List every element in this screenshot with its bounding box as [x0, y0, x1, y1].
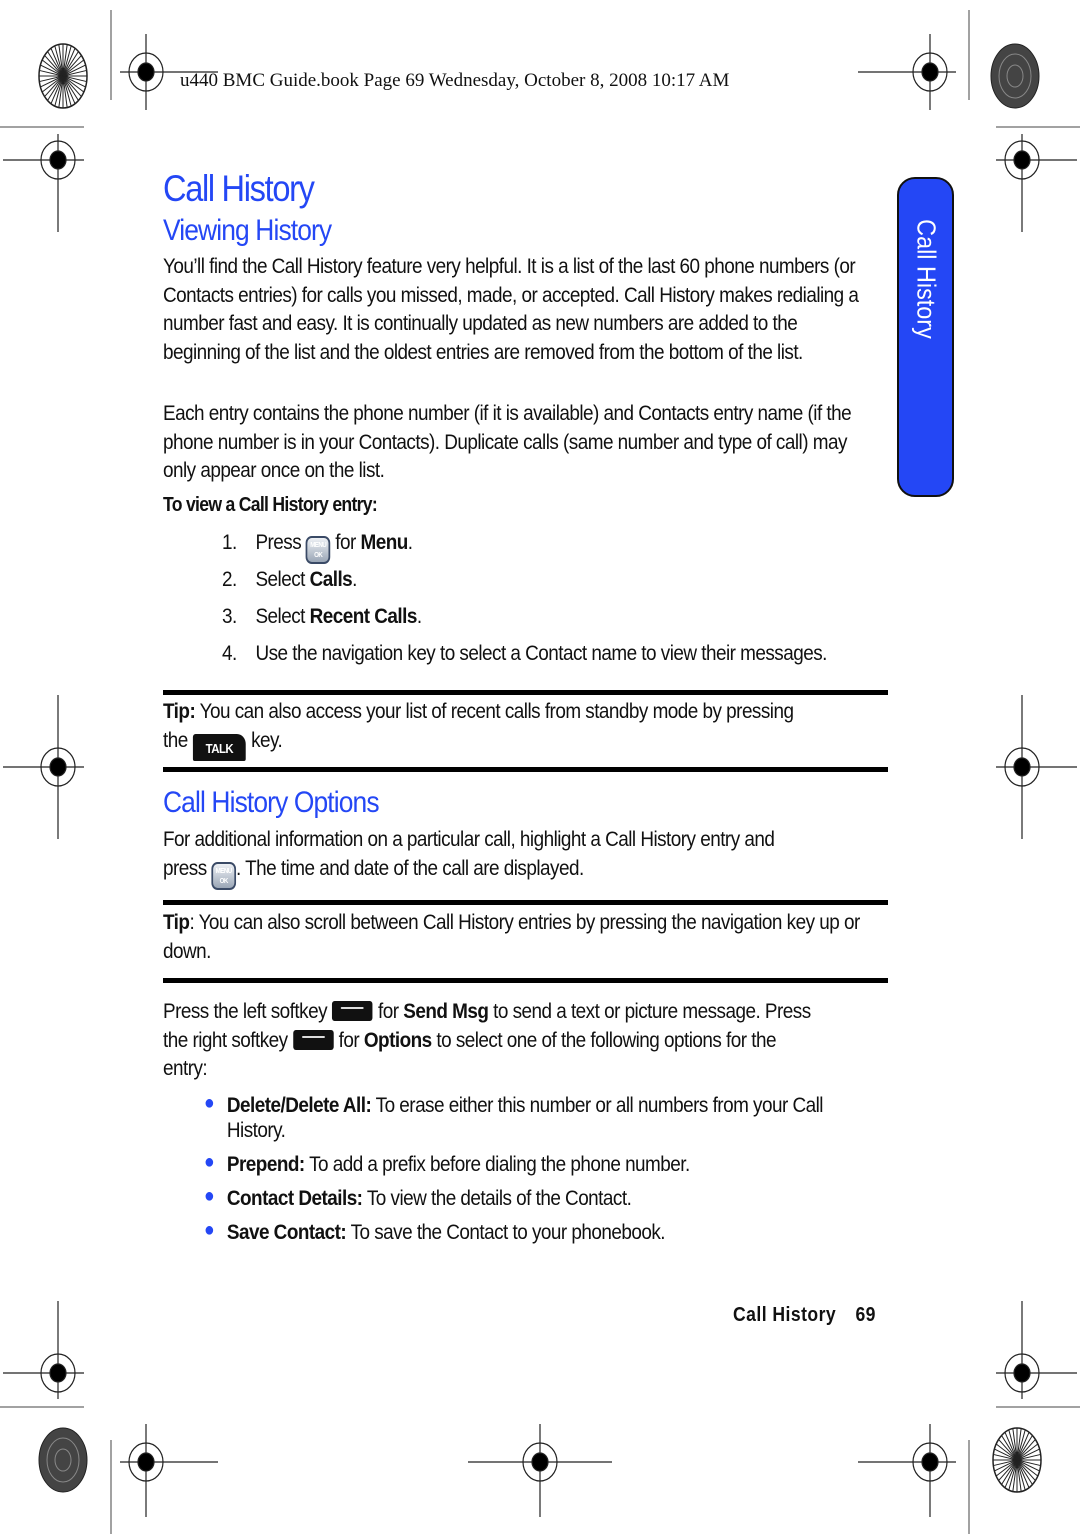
step-3: 3. Select Recent Calls. [222, 604, 422, 629]
option-term: Delete/Delete All: [226, 1093, 372, 1117]
step-number: 1. [222, 530, 237, 554]
paragraph-entries: Each entry contains the phone number (if… [163, 401, 852, 482]
step-number: 2. [222, 567, 237, 591]
tip-label: Tip [163, 910, 190, 934]
option-list-item: ● Save Contact: To save the Contact to y… [204, 1219, 838, 1245]
option-desc: To view the details of the Contact. [366, 1186, 632, 1210]
step-4: 4. Use the navigation key to select a Con… [222, 641, 827, 666]
side-tab-label: Call History [911, 219, 941, 339]
section-side-tab: Call History [897, 177, 954, 497]
paragraph-options-intro: For additional information on a particul… [163, 825, 876, 890]
step-text: Select [255, 604, 305, 628]
tip-divider-top-2 [163, 900, 888, 905]
punctuation: . [407, 530, 413, 554]
bullet-icon: ● [204, 1092, 215, 1114]
tip-divider-bottom [163, 767, 888, 772]
step-keyword-menu: Menu [360, 530, 409, 554]
step-text: Press [255, 530, 302, 554]
softkey-text: entry: [163, 1056, 208, 1080]
menu-ok-key-icon: MENU OK [305, 536, 331, 564]
tip-text: : You can also scroll between Call Histo… [163, 910, 860, 963]
bullet-icon: ● [204, 1219, 215, 1241]
step-keyword-calls: Calls [309, 567, 353, 591]
tip-text: You can also access your list of recent … [199, 699, 794, 723]
softkey-text: Press the left softkey [163, 999, 328, 1023]
page-title: Call History [163, 168, 315, 209]
softkey-text: to select one of the following options f… [436, 1027, 777, 1052]
softkey-text: the right softkey [163, 1027, 288, 1052]
paragraph-softkeys: Press the left softkey for Send Msg to se… [163, 997, 876, 1083]
option-list-item: ● Contact Details: To view the details o… [204, 1185, 838, 1211]
intro-text: press [163, 855, 207, 880]
intro-text: For additional information on a particul… [163, 827, 775, 851]
menu-ok-key-icon: MENU OK [211, 861, 236, 890]
step-keyword-recent-calls: Recent Calls [309, 604, 418, 628]
step-text: Use the navigation key to select a Conta… [255, 641, 827, 665]
softkey-text: to send a text or picture message. Press [493, 999, 811, 1023]
page-number: 69 [855, 1304, 876, 1326]
bullet-icon: ● [204, 1185, 215, 1207]
keyword-options: Options [363, 1027, 432, 1052]
intro-text: . The time and date of the call are disp… [235, 855, 584, 880]
punctuation: . [352, 567, 357, 591]
step-2: 2. Select Calls. [222, 567, 357, 592]
tip-text: key. [251, 727, 283, 752]
step-1: 1. Press MENU OK for Menu. [222, 530, 413, 564]
option-term: Contact Details: [226, 1186, 363, 1210]
option-desc: To save the Contact to your phonebook. [350, 1220, 666, 1244]
option-term: Save Contact: [226, 1220, 347, 1244]
section-heading-call-history-options: Call History Options [163, 786, 380, 819]
option-list-item: ● Prepend: To add a prefix before dialin… [204, 1151, 838, 1177]
punctuation: . [416, 604, 422, 628]
option-desc: To add a prefix before dialing the phone… [309, 1152, 690, 1176]
tip-scroll: Tip: You can also scroll between Call Hi… [163, 908, 876, 965]
page-footer: Call History 69 [733, 1304, 876, 1327]
softkey-text: for [378, 999, 399, 1023]
keyword-send-msg: Send Msg [403, 999, 489, 1023]
option-list-item: ● Delete/Delete All: To erase either thi… [204, 1092, 838, 1143]
talk-key-icon: TALK [193, 733, 246, 761]
left-softkey-icon [332, 1001, 373, 1021]
step-text: for [335, 530, 356, 554]
print-header-info: u440 BMC Guide.book Page 69 Wednesday, O… [180, 70, 730, 91]
paragraph-intro: You’ll find the Call History feature ver… [163, 254, 859, 364]
tip-text: the [163, 727, 188, 752]
tip-talk-key: Tip: You can also access your list of re… [163, 697, 876, 761]
step-number: 4. [222, 641, 237, 665]
tip-divider-top [163, 690, 888, 695]
right-softkey-icon [292, 1029, 334, 1050]
section-heading-viewing-history: Viewing History [163, 214, 332, 247]
softkey-text: for [338, 1027, 360, 1052]
tip-divider-bottom-2 [163, 978, 888, 983]
step-number: 3. [222, 604, 237, 628]
step-text: Select [255, 567, 305, 591]
option-term: Prepend: [226, 1152, 305, 1176]
procedure-title: To view a Call History entry: [163, 494, 378, 516]
tip-label: Tip: [163, 699, 196, 723]
bullet-icon: ● [204, 1151, 215, 1173]
footer-section-name: Call History [733, 1304, 837, 1326]
